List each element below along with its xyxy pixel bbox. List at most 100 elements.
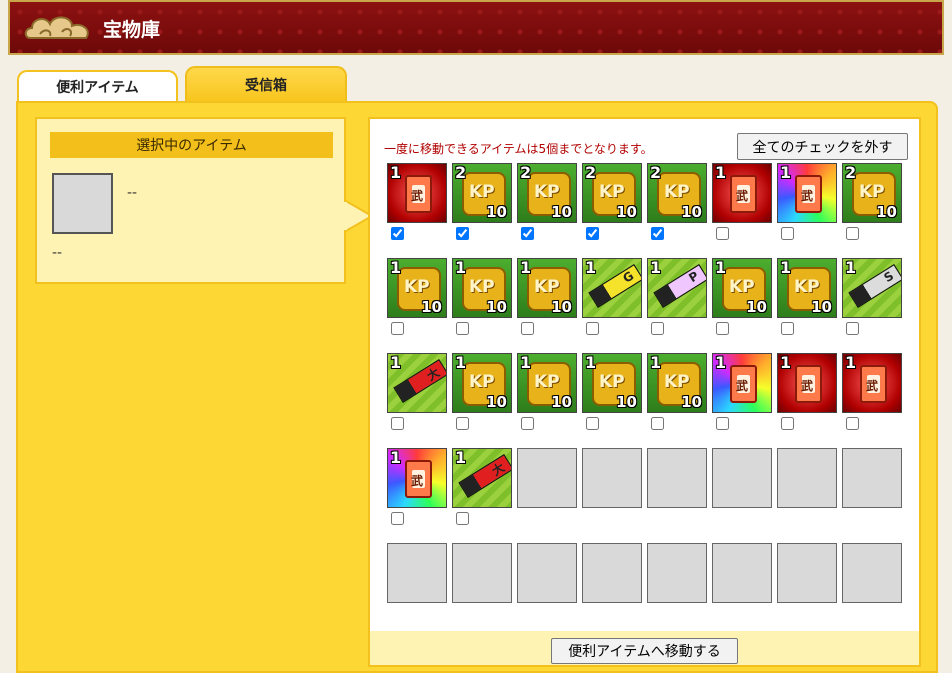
empty-slot-tile	[517, 448, 577, 508]
header-bar: 宝物庫	[8, 0, 944, 55]
item-quantity: 1	[390, 258, 402, 277]
empty-item-slot	[712, 448, 772, 508]
item-slot[interactable]: 武1	[712, 353, 772, 430]
move-to-convenient-button[interactable]: 便利アイテムへ移動する	[551, 638, 738, 664]
selected-item-description: --	[52, 245, 63, 261]
item-checkbox[interactable]	[716, 227, 729, 240]
item-checkbox[interactable]	[781, 322, 794, 335]
item-checkbox[interactable]	[781, 417, 794, 430]
item-slot[interactable]: 武1	[387, 163, 447, 240]
item-checkbox[interactable]	[651, 417, 664, 430]
item-slot[interactable]: S1	[842, 258, 902, 335]
item-quantity: 1	[650, 353, 662, 372]
item-slot[interactable]: KP 10 1	[712, 258, 772, 335]
count-ten-label: 10	[551, 203, 572, 221]
war-glyph: 武	[801, 379, 814, 393]
item-slot[interactable]: 武1	[777, 163, 837, 240]
item-quantity: 1	[390, 448, 402, 467]
item-checkbox[interactable]	[521, 322, 534, 335]
item-checkbox[interactable]	[846, 227, 859, 240]
kp-glyph: KP	[664, 182, 690, 202]
item-slot[interactable]: P1	[647, 258, 707, 335]
count-ten-label: 10	[551, 393, 572, 411]
item-checkbox[interactable]	[391, 512, 404, 525]
selected-item-panel: 選択中のアイテム -- --	[35, 117, 346, 284]
count-ten-label: 10	[811, 298, 832, 316]
item-slot[interactable]: KP 10 1	[452, 258, 512, 335]
item-slot[interactable]: KP 10 1	[387, 258, 447, 335]
item-checkbox[interactable]	[456, 227, 469, 240]
item-checkbox[interactable]	[586, 417, 599, 430]
item-checkbox[interactable]	[521, 417, 534, 430]
item-slot[interactable]: 武1	[842, 353, 902, 430]
empty-slot-tile	[777, 543, 837, 603]
item-slot[interactable]: 武1	[712, 163, 772, 240]
count-ten-label: 10	[876, 203, 897, 221]
item-checkbox[interactable]	[716, 322, 729, 335]
item-checkbox[interactable]	[651, 227, 664, 240]
item-slot[interactable]: 武1	[777, 353, 837, 430]
empty-slot-tile	[582, 543, 642, 603]
selected-item-name: --	[127, 185, 138, 201]
item-checkbox[interactable]	[846, 417, 859, 430]
war-glyph: 武	[736, 379, 749, 393]
empty-item-slot	[842, 448, 902, 508]
item-checkbox[interactable]	[391, 417, 404, 430]
empty-slot-tile	[777, 448, 837, 508]
item-quantity: 1	[780, 163, 792, 182]
item-slot[interactable]: KP 10 2	[517, 163, 577, 240]
item-checkbox[interactable]	[456, 322, 469, 335]
item-slot[interactable]: KP 10 2	[842, 163, 902, 240]
item-checkbox[interactable]	[391, 322, 404, 335]
tab-inbox[interactable]: 受信箱	[185, 66, 347, 102]
item-checkbox[interactable]	[716, 417, 729, 430]
tab-label: 受信箱	[245, 78, 287, 94]
item-slot[interactable]: KP 10 2	[582, 163, 642, 240]
item-quantity: 1	[715, 258, 727, 277]
item-checkbox[interactable]	[521, 227, 534, 240]
count-ten-label: 10	[486, 203, 507, 221]
item-checkbox[interactable]	[456, 417, 469, 430]
tab-convenient-items[interactable]: 便利アイテム	[17, 70, 178, 101]
kp-glyph: KP	[599, 372, 625, 392]
empty-slot-tile	[582, 448, 642, 508]
empty-item-slot	[452, 543, 512, 603]
empty-item-slot	[712, 543, 772, 603]
item-checkbox[interactable]	[586, 322, 599, 335]
item-quantity: 2	[650, 163, 662, 182]
item-checkbox[interactable]	[651, 322, 664, 335]
item-slot[interactable]: KP 10 2	[647, 163, 707, 240]
item-checkbox[interactable]	[781, 227, 794, 240]
item-slot[interactable]: KP 10 2	[452, 163, 512, 240]
war-glyph: 武	[866, 379, 879, 393]
item-quantity: 1	[650, 258, 662, 277]
item-checkbox[interactable]	[391, 227, 404, 240]
item-slot[interactable]: KP 10 1	[452, 353, 512, 430]
item-checkbox[interactable]	[456, 512, 469, 525]
empty-slot-tile	[452, 543, 512, 603]
item-slot[interactable]: KP 10 1	[517, 353, 577, 430]
kp-glyph: KP	[469, 182, 495, 202]
item-slot[interactable]: KP 10 1	[582, 353, 642, 430]
ticket-glyph: 大	[489, 460, 508, 479]
empty-slot-tile	[712, 543, 772, 603]
item-checkbox[interactable]	[586, 227, 599, 240]
item-slot[interactable]: 大1	[452, 448, 512, 525]
war-glyph: 武	[411, 474, 424, 488]
kp-glyph: KP	[664, 372, 690, 392]
empty-slot-tile	[842, 448, 902, 508]
count-ten-label: 10	[681, 393, 702, 411]
uncheck-all-button[interactable]: 全てのチェックを外す	[737, 133, 908, 160]
item-slot[interactable]: 武1	[387, 448, 447, 525]
count-ten-label: 10	[421, 298, 442, 316]
item-slot[interactable]: KP 10 1	[647, 353, 707, 430]
kp-glyph: KP	[469, 372, 495, 392]
empty-slot-tile	[842, 543, 902, 603]
item-slot[interactable]: KP 10 1	[517, 258, 577, 335]
empty-item-slot	[647, 448, 707, 508]
item-slot[interactable]: KP 10 1	[777, 258, 837, 335]
item-checkbox[interactable]	[846, 322, 859, 335]
item-slot[interactable]: G1	[582, 258, 642, 335]
war-glyph: 武	[411, 189, 424, 203]
item-slot[interactable]: 大1	[387, 353, 447, 430]
